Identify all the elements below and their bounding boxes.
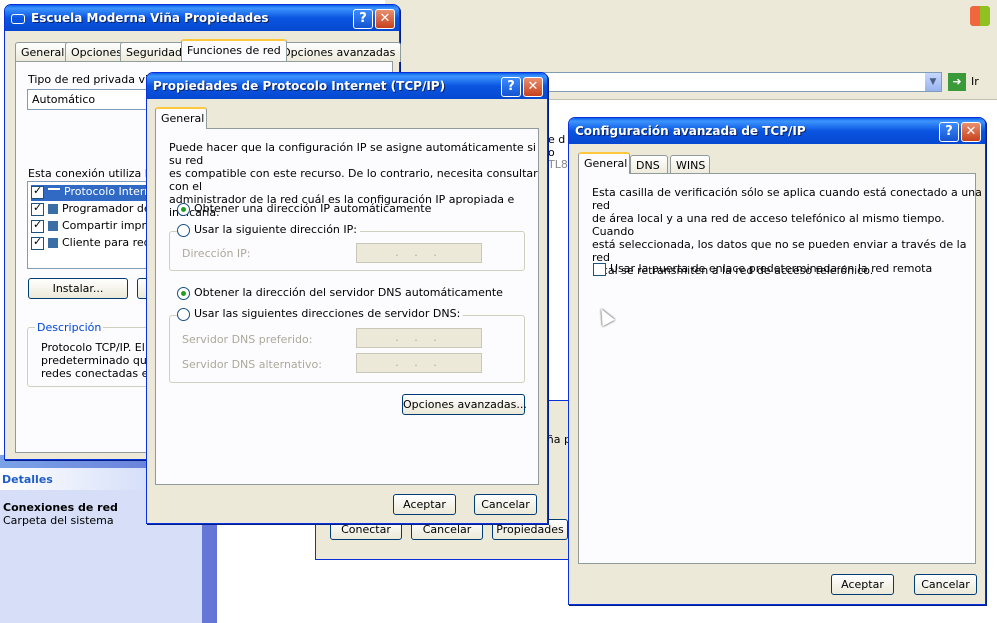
list-item-label: Compartir impreso: [62, 219, 155, 232]
ip-address-label: Dirección IP:: [182, 247, 251, 260]
help-icon[interactable]: ?: [501, 77, 521, 97]
manual-dns-radio[interactable]: Usar las siguientes direcciones de servi…: [177, 307, 464, 321]
computer-icon: [48, 204, 58, 214]
tab-general[interactable]: General: [155, 107, 207, 129]
remote-gateway-checkbox-row[interactable]: Usar la puerta de enlace predeterminada …: [593, 262, 932, 276]
remote-gateway-label: Usar la puerta de enlace predeterminada …: [610, 262, 933, 275]
protocol-icon: [48, 188, 60, 196]
details-item-subtitle: Carpeta del sistema: [3, 514, 114, 527]
advanced-tcpip-window: Configuración avanzada de TCP/IP ? ✕ Gen…: [568, 117, 986, 605]
dns-alternate-label: Servidor DNS alternativo:: [182, 358, 322, 371]
help-icon[interactable]: ?: [353, 9, 373, 29]
auto-ip-radio[interactable]: Obtener una dirección IP automáticamente: [177, 202, 431, 216]
install-button[interactable]: Instalar...: [28, 278, 128, 299]
radio-unselected[interactable]: [177, 307, 190, 321]
intro-line: Puede hacer que la configuración IP se a…: [169, 141, 536, 167]
dns-preferred-label: Servidor DNS preferido:: [182, 333, 313, 346]
description-title: Descripción: [35, 321, 104, 334]
bg-text-fragment: TL8: [548, 158, 568, 171]
list-item-label: Protocolo Interne: [64, 185, 155, 198]
list-item-label: Programador de p: [62, 202, 155, 215]
tab-options[interactable]: Opciones: [65, 42, 128, 62]
go-label[interactable]: Ir: [971, 75, 979, 88]
item-checkbox[interactable]: [31, 236, 44, 250]
ok-button[interactable]: Aceptar: [393, 494, 456, 515]
intro-line: es compatible con este recurso. De lo co…: [169, 167, 538, 193]
manual-ip-radio[interactable]: Usar la siguiente dirección IP:: [177, 223, 360, 237]
vpn-type-value: Automático: [32, 93, 96, 106]
close-icon[interactable]: ✕: [961, 122, 981, 142]
windows-logo-icon: [970, 6, 990, 26]
details-item-title: Conexiones de red: [3, 501, 118, 514]
advanced-title: Configuración avanzada de TCP/IP: [575, 124, 806, 138]
advanced-options-button[interactable]: Opciones avanzadas...: [402, 394, 527, 415]
dns-preferred-field[interactable]: . . .: [356, 328, 482, 348]
item-checkbox[interactable]: [31, 202, 44, 216]
tcpip-titlebar[interactable]: Propiedades de Protocolo Internet (TCP/I…: [147, 73, 547, 99]
tab-general[interactable]: General: [15, 42, 71, 62]
address-dropdown-icon[interactable]: ▼: [925, 73, 941, 91]
tab-advanced[interactable]: Opciones avanzadas: [276, 42, 402, 62]
manual-ip-label: Usar la siguiente dirección IP:: [194, 223, 357, 236]
auto-dns-radio[interactable]: Obtener la dirección del servidor DNS au…: [177, 286, 503, 300]
tcpip-properties-window: Propiedades de Protocolo Internet (TCP/I…: [146, 72, 548, 524]
description-line: Protocolo TCP/IP. El p: [41, 341, 156, 354]
tab-networking[interactable]: Funciones de red: [181, 39, 287, 61]
list-item[interactable]: Cliente para rede: [31, 236, 155, 252]
ip-address-field[interactable]: . . .: [356, 243, 482, 263]
go-arrow-icon[interactable]: ➜: [948, 73, 966, 91]
ok-button[interactable]: Aceptar: [831, 574, 894, 595]
info-line: está seleccionada, los datos que no se p…: [592, 238, 967, 264]
tab-dns[interactable]: DNS: [630, 155, 668, 175]
close-icon[interactable]: ✕: [375, 9, 395, 29]
properties-titlebar[interactable]: Escuela Moderna Viña Propiedades: [5, 5, 399, 31]
list-item[interactable]: Programador de p: [31, 202, 155, 218]
properties-title: Escuela Moderna Viña Propiedades: [31, 11, 269, 25]
tab-wins[interactable]: WINS: [670, 155, 710, 175]
tab-general[interactable]: General: [578, 152, 630, 174]
manual-dns-label: Usar las siguientes direcciones de servi…: [194, 307, 461, 320]
computer-icon: [48, 221, 58, 231]
bg-text-fragment: e d: [548, 133, 566, 146]
advanced-titlebar[interactable]: Configuración avanzada de TCP/IP: [569, 118, 985, 144]
close-icon[interactable]: ✕: [523, 77, 543, 97]
items-label: Esta conexión utiliza los: [28, 167, 161, 180]
address-bar[interactable]: [540, 72, 942, 92]
network-icon: [11, 13, 25, 24]
auto-dns-label: Obtener la dirección del servidor DNS au…: [194, 286, 503, 299]
help-icon[interactable]: ?: [939, 122, 959, 142]
item-checkbox[interactable]: [31, 185, 44, 199]
info-line: Esta casilla de verificación sólo se apl…: [592, 186, 982, 212]
radio-selected[interactable]: [177, 202, 190, 216]
list-item-label: Cliente para rede: [62, 236, 155, 249]
dns-alternate-field[interactable]: . . .: [356, 353, 482, 373]
item-checkbox[interactable]: [31, 219, 44, 233]
radio-unselected[interactable]: [177, 223, 190, 237]
tab-security[interactable]: Seguridad: [120, 42, 188, 62]
radio-selected[interactable]: [177, 286, 190, 300]
cancel-button[interactable]: Cancelar: [474, 494, 537, 515]
auto-ip-label: Obtener una dirección IP automáticamente: [194, 202, 432, 215]
cancel-button[interactable]: Cancelar: [914, 574, 977, 595]
remote-gateway-checkbox[interactable]: [593, 262, 606, 276]
info-line: de área local y a una red de acceso tele…: [592, 212, 945, 238]
computer-icon: [48, 238, 58, 248]
list-item[interactable]: Protocolo Interne: [31, 185, 155, 201]
tcpip-title: Propiedades de Protocolo Internet (TCP/I…: [153, 79, 446, 93]
vpn-type-select[interactable]: Automático: [27, 89, 157, 110]
details-title: Detalles: [2, 473, 53, 486]
list-item[interactable]: Compartir impreso: [31, 219, 155, 235]
